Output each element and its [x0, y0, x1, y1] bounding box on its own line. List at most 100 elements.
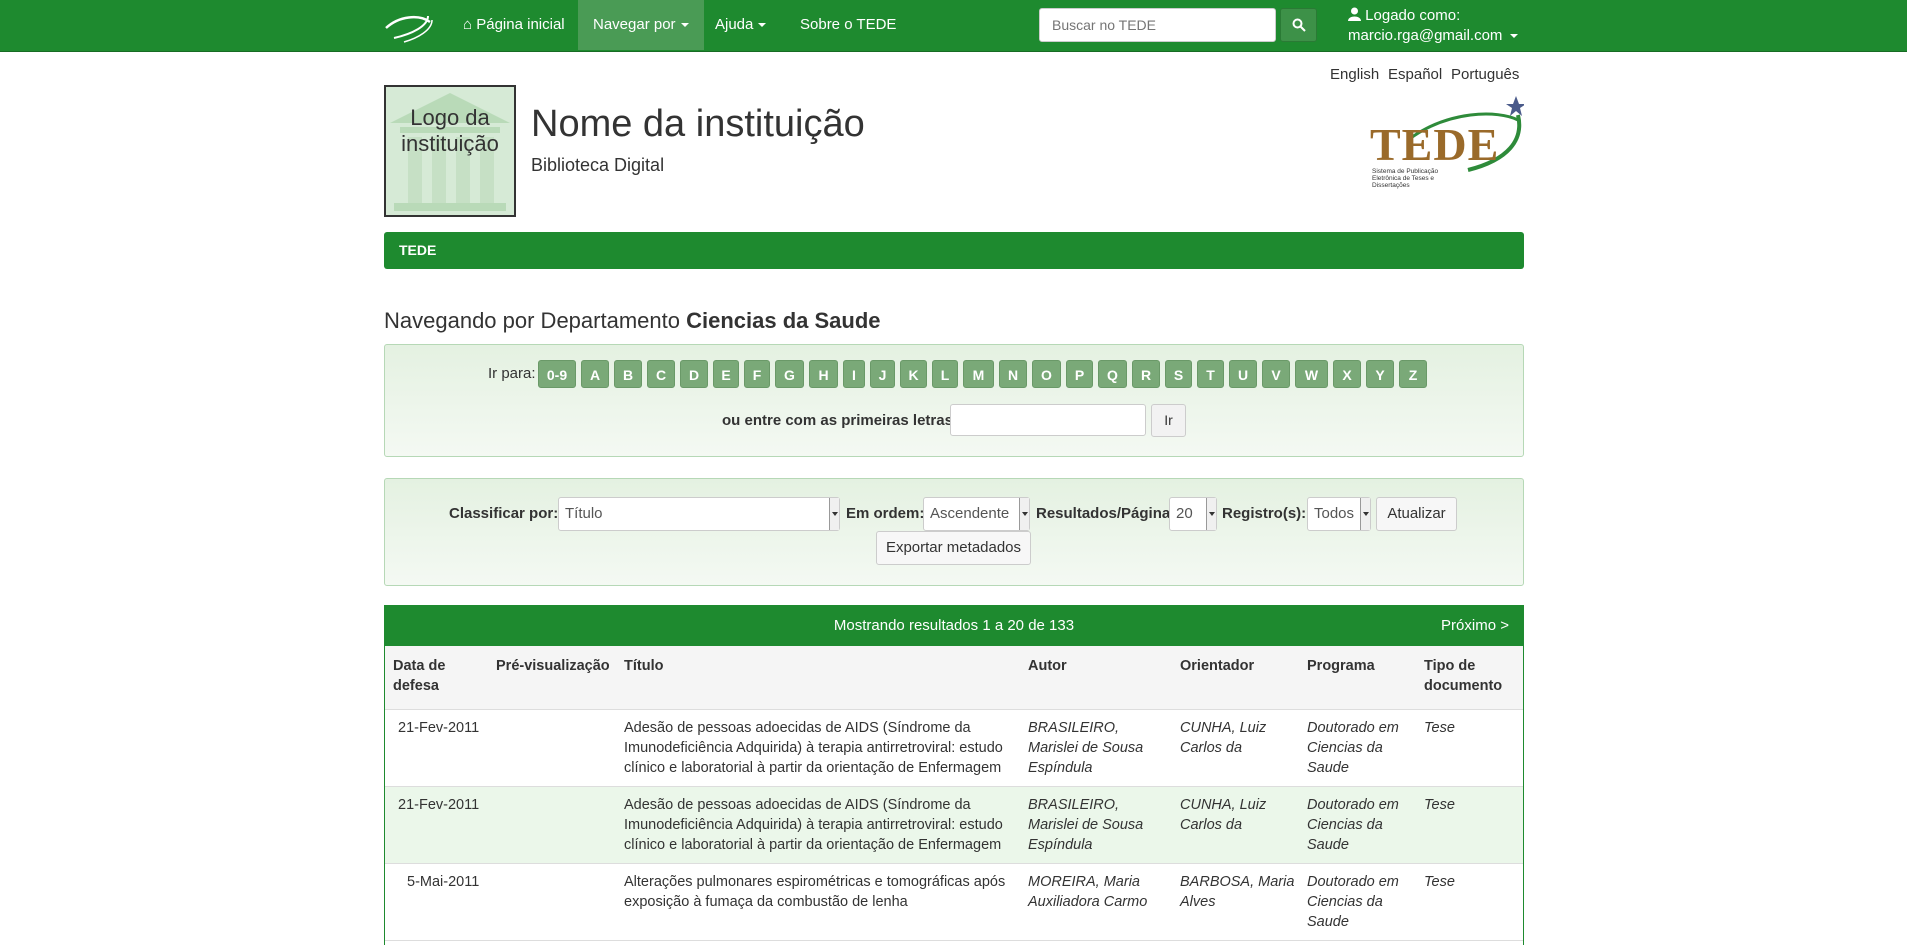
row-title-line: Alterações pulmonares espirométricas e t… — [624, 874, 1006, 890]
nav-home-label: Página inicial — [476, 16, 565, 33]
letter-button-w[interactable]: W — [1295, 360, 1328, 388]
search-icon — [1292, 18, 1306, 32]
update-button[interactable]: Atualizar — [1376, 497, 1457, 531]
order-select[interactable]: Ascendente — [923, 497, 1030, 531]
letter-button-y[interactable]: Y — [1366, 360, 1394, 388]
row-advisor-line: CUNHA, Luiz — [1180, 720, 1267, 736]
lang-portugues[interactable]: Português — [1451, 66, 1519, 83]
dropdown-arrow-icon — [829, 498, 839, 530]
letter-button-o[interactable]: O — [1032, 360, 1061, 388]
page-title-value: Ciencias da Saude — [686, 308, 881, 333]
dropdown-arrow-icon — [1360, 498, 1370, 530]
letter-button-z[interactable]: Z — [1399, 360, 1427, 388]
letter-button-v[interactable]: V — [1262, 360, 1290, 388]
results-per-page-select[interactable]: 20 — [1169, 497, 1217, 531]
lang-espanol[interactable]: Español — [1388, 66, 1442, 83]
letter-button-j[interactable]: J — [870, 360, 895, 388]
row-program[interactable]: Doutorado em Ciencias da Saude — [1307, 872, 1399, 932]
letter-button-l[interactable]: L — [932, 360, 958, 388]
row-title[interactable]: Adesão de pessoas adoecidas de AIDS (Sín… — [624, 795, 1003, 855]
user-menu[interactable]: Logado como: marcio.rga@gmail.com — [1348, 6, 1519, 46]
row-date: 5-Mai-2011 — [407, 874, 480, 890]
order-value: Ascendente — [930, 505, 1010, 522]
records-select[interactable]: Todos — [1307, 497, 1371, 531]
letter-button-f[interactable]: F — [744, 360, 770, 388]
lang-english[interactable]: English — [1330, 66, 1379, 83]
letter-button-c[interactable]: C — [647, 360, 675, 388]
nav-help-dropdown[interactable]: Ajuda — [700, 0, 781, 50]
row-type[interactable]: Tese — [1424, 872, 1455, 892]
tede-brand-icon[interactable] — [384, 8, 434, 44]
row-type[interactable]: Tese — [1424, 718, 1455, 738]
row-author-line: Espíndula — [1028, 837, 1093, 853]
col-date[interactable]: Data de defesa — [393, 656, 445, 696]
search-button[interactable] — [1280, 8, 1317, 42]
user-email: marcio.rga@gmail.com — [1348, 27, 1503, 44]
row-program[interactable]: Doutorado em Ciencias da Saude — [1307, 795, 1399, 855]
col-title[interactable]: Título — [624, 656, 663, 676]
row-author[interactable]: BRASILEIRO, Marislei de Sousa Espíndula — [1028, 718, 1143, 778]
letter-button-e[interactable]: E — [713, 360, 739, 388]
letter-button-p[interactable]: P — [1066, 360, 1093, 388]
row-advisor-line: CUNHA, Luiz — [1180, 797, 1267, 813]
nav-browse-dropdown[interactable]: Navegar por — [578, 0, 704, 50]
letter-button-r[interactable]: R — [1132, 360, 1160, 388]
row-title[interactable]: Adesão de pessoas adoecidas de AIDS (Sín… — [624, 718, 1003, 778]
tede-logo[interactable]: TEDE Sistema de Publicação Eletrônica de… — [1368, 90, 1524, 190]
row-title-line: clínico e laboratorial à partir da orien… — [624, 760, 1002, 776]
records-value: Todos — [1314, 505, 1355, 522]
letter-button-b[interactable]: B — [614, 360, 642, 388]
starts-with-input[interactable] — [950, 404, 1146, 436]
row-advisor[interactable]: CUNHA, Luiz Carlos da — [1180, 795, 1266, 835]
export-metadata-button[interactable]: Exportar metadados — [876, 531, 1031, 565]
sort-by-select[interactable]: Título — [558, 497, 840, 531]
letter-button-u[interactable]: U — [1229, 360, 1257, 388]
letter-button-a[interactable]: A — [581, 360, 609, 388]
row-program-line: Doutorado em — [1307, 720, 1399, 736]
row-author[interactable]: MOREIRA, Maria Auxiliadora Carmo — [1028, 872, 1147, 912]
row-program[interactable]: Doutorado em Ciencias da Saude — [1307, 718, 1399, 778]
row-title[interactable]: Alterações pulmonares espirométricas e t… — [624, 872, 1005, 912]
row-advisor[interactable]: CUNHA, Luiz Carlos da — [1180, 718, 1266, 758]
dropdown-arrow-icon — [1019, 498, 1029, 530]
jump-to-label: Ir para: — [488, 365, 536, 382]
row-type[interactable]: Tese — [1424, 795, 1455, 815]
letter-button-k[interactable]: K — [900, 360, 927, 388]
letter-button-t[interactable]: T — [1197, 360, 1224, 388]
letter-button-d[interactable]: D — [680, 360, 708, 388]
next-page-link[interactable]: Próximo > — [1441, 606, 1509, 646]
col-date-line2: defesa — [393, 678, 439, 694]
nav-help-label: Ajuda — [715, 16, 754, 33]
row-program-line: Saude — [1307, 760, 1349, 776]
col-type-line1: Tipo de — [1424, 658, 1476, 674]
col-author[interactable]: Autor — [1028, 656, 1067, 676]
search-input[interactable] — [1039, 8, 1276, 42]
order-label: Em ordem: — [846, 505, 925, 522]
letter-button-h[interactable]: H — [809, 360, 838, 388]
row-date: 21-Fev-2011 — [398, 797, 480, 813]
breadcrumb-item-tede[interactable]: TEDE — [399, 242, 436, 258]
letter-button-i[interactable]: I — [843, 360, 865, 388]
letter-button-g[interactable]: G — [775, 360, 804, 388]
row-author[interactable]: BRASILEIRO, Marislei de Sousa Espíndula — [1028, 795, 1143, 855]
row-author-line: MOREIRA, Maria — [1028, 874, 1140, 890]
breadcrumb: TEDE — [384, 232, 1524, 269]
col-program[interactable]: Programa — [1307, 656, 1375, 676]
nav-home[interactable]: ⌂ Página inicial — [448, 0, 580, 50]
col-preview[interactable]: Pré-visualização — [496, 656, 610, 676]
sort-by-label: Classificar por: — [449, 505, 559, 522]
institution-logo[interactable]: Logo da instituição — [384, 85, 516, 217]
tede-logo-subtitle: Sistema de Publicação Eletrônica de Tese… — [1372, 168, 1439, 189]
letter-button-0-9[interactable]: 0-9 — [538, 360, 576, 388]
col-type[interactable]: Tipo de documento — [1424, 656, 1502, 696]
row-author-line: BRASILEIRO, — [1028, 720, 1120, 736]
go-button[interactable]: Ir — [1151, 404, 1186, 437]
letter-button-x[interactable]: X — [1333, 360, 1361, 388]
letter-button-m[interactable]: M — [963, 360, 994, 388]
letter-button-n[interactable]: N — [999, 360, 1027, 388]
col-advisor[interactable]: Orientador — [1180, 656, 1254, 676]
row-advisor[interactable]: BARBOSA, Maria Alves — [1180, 872, 1294, 912]
letter-button-q[interactable]: Q — [1098, 360, 1127, 388]
nav-about[interactable]: Sobre o TEDE — [785, 0, 911, 50]
letter-button-s[interactable]: S — [1165, 360, 1192, 388]
